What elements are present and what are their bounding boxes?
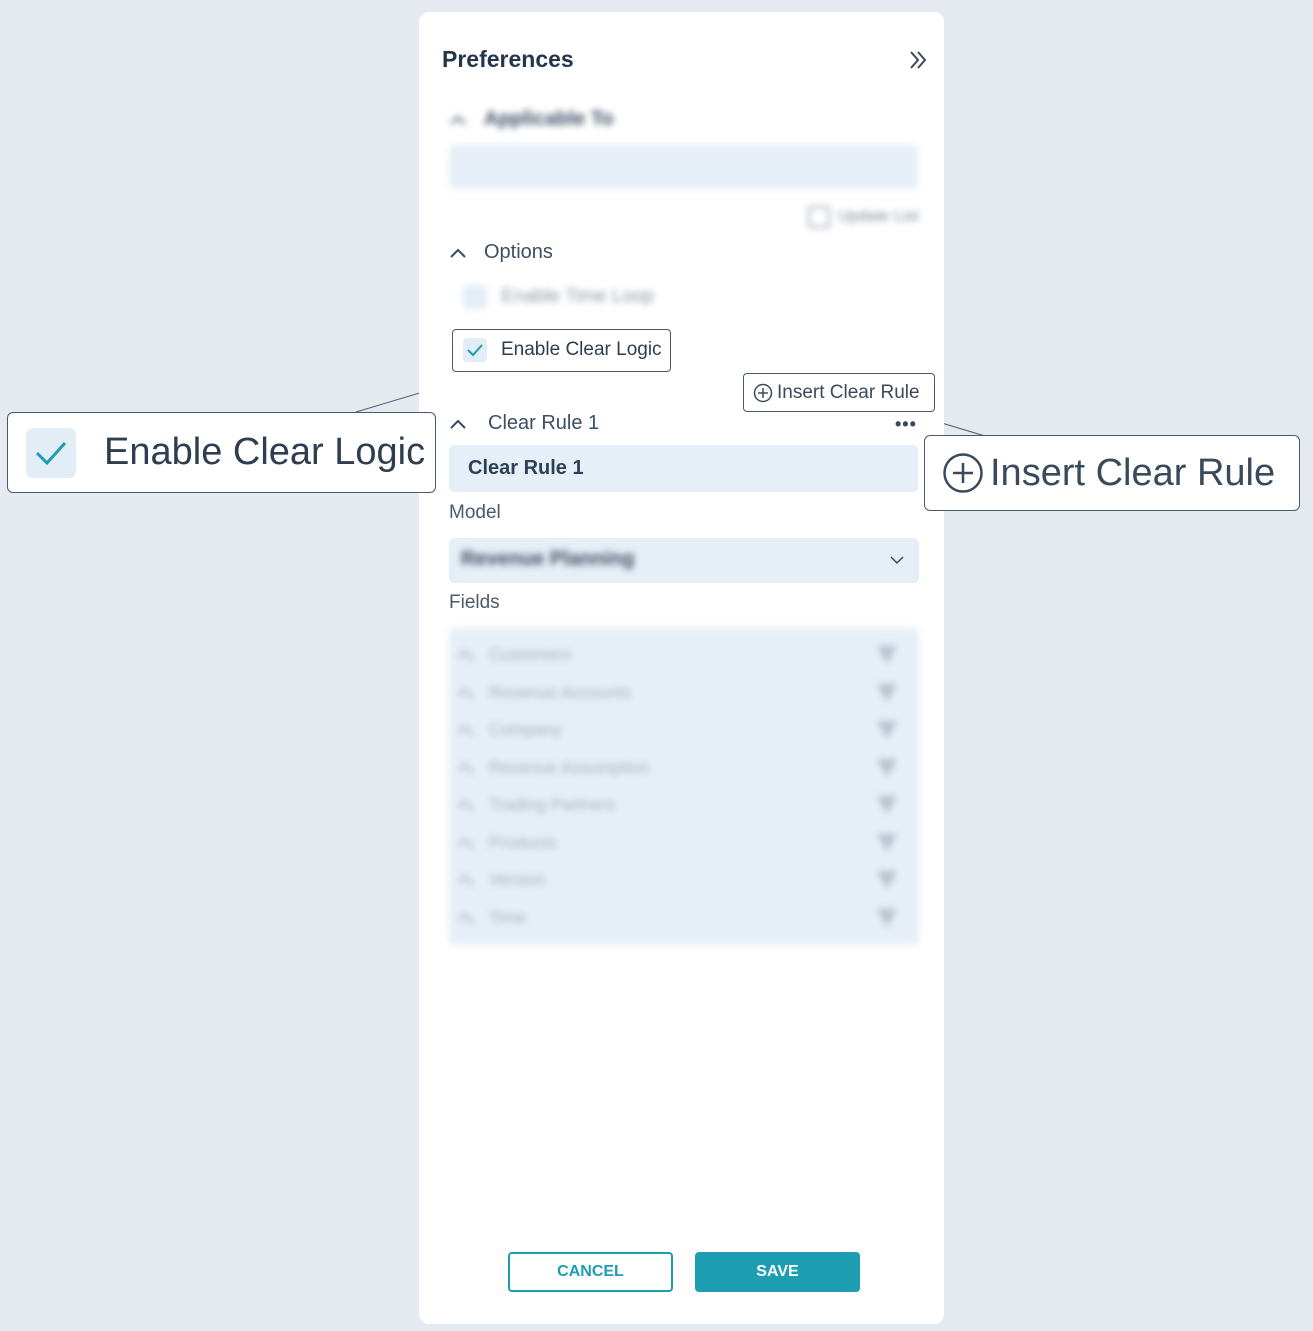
checkmark-icon — [35, 441, 67, 465]
filter-icon[interactable] — [877, 646, 897, 664]
filter-icon[interactable] — [877, 759, 897, 777]
update-list-label: Update List — [838, 208, 919, 225]
chevron-up-icon — [457, 762, 475, 780]
update-list-button[interactable]: Update List — [808, 206, 919, 228]
enable-time-loop-row[interactable]: Enable Time Loop — [463, 285, 654, 309]
checkmark-icon — [467, 344, 483, 357]
field-name: Customers — [489, 645, 572, 664]
clear-rule-header[interactable]: Clear Rule 1 — [449, 412, 599, 435]
chevron-up-icon — [457, 837, 475, 855]
field-row[interactable]: Time — [449, 903, 919, 933]
enable-clear-logic-label: Enable Clear Logic — [501, 339, 662, 360]
field-name: Time — [489, 908, 527, 927]
chevron-up-icon — [457, 874, 475, 892]
save-button[interactable]: SAVE — [695, 1252, 860, 1292]
insert-clear-rule-zoom-label: Insert Clear Rule — [990, 451, 1276, 494]
chevron-up-icon — [457, 912, 475, 930]
insert-clear-rule-zoom-callout: Insert Clear Rule — [924, 435, 1300, 511]
applicable-to-input[interactable] — [449, 145, 918, 189]
preferences-panel: Preferences Applicable To Update List Op… — [419, 12, 944, 1324]
filter-icon[interactable] — [877, 684, 897, 702]
plus-circle-icon — [753, 383, 773, 402]
model-value: Revenue Planning — [461, 548, 635, 570]
chevron-up-icon — [457, 649, 475, 667]
more-options-icon[interactable]: ••• — [895, 414, 917, 435]
field-row[interactable]: Products — [449, 828, 919, 858]
field-name: Company — [489, 720, 562, 739]
fields-label: Fields — [449, 592, 500, 613]
enable-clear-logic-zoom-callout: Enable Clear Logic — [7, 412, 436, 493]
double-chevron-right-icon — [910, 51, 927, 69]
field-row[interactable]: Revenue Assumption — [449, 753, 919, 783]
chevron-up-icon — [457, 724, 475, 742]
chevron-up-icon — [450, 419, 466, 429]
field-row[interactable]: Trading Partners — [449, 790, 919, 820]
insert-clear-rule-button[interactable]: Insert Clear Rule — [743, 373, 935, 412]
field-name: Revenue Accounts — [489, 683, 631, 702]
chevron-down-icon — [890, 556, 904, 565]
filter-icon[interactable] — [877, 909, 897, 927]
chevron-up-icon — [457, 799, 475, 817]
model-label: Model — [449, 502, 501, 523]
enable-time-loop-label: Enable Time Loop — [501, 286, 655, 307]
field-name: Revenue Assumption — [489, 758, 650, 777]
options-label: Options — [484, 241, 553, 263]
applicable-to-header[interactable]: Applicable To — [449, 108, 614, 131]
field-row[interactable]: Customers — [449, 640, 919, 670]
options-header[interactable]: Options — [449, 241, 553, 264]
panel-title: Preferences — [442, 46, 574, 72]
field-name: Products — [489, 833, 557, 852]
enable-time-loop-checkbox[interactable] — [463, 285, 487, 309]
clear-rule-name-input[interactable]: Clear Rule 1 — [449, 445, 918, 492]
filter-icon[interactable] — [877, 871, 897, 889]
enable-clear-logic-zoom-label: Enable Clear Logic — [104, 431, 426, 473]
checkbox-zoom — [26, 427, 76, 478]
edit-icon — [808, 206, 831, 228]
filter-icon[interactable] — [877, 834, 897, 852]
field-row[interactable]: Revenue Accounts — [449, 678, 919, 708]
enable-clear-logic-checkbox[interactable] — [463, 338, 487, 362]
collapse-panel-button[interactable] — [906, 48, 930, 72]
chevron-up-icon — [450, 115, 466, 125]
field-row[interactable]: Version — [449, 865, 919, 895]
field-name: Trading Partners — [489, 795, 615, 814]
filter-icon[interactable] — [877, 721, 897, 739]
cancel-button[interactable]: CANCEL — [508, 1252, 673, 1292]
enable-clear-logic-row[interactable]: Enable Clear Logic — [463, 338, 662, 362]
filter-icon[interactable] — [877, 796, 897, 814]
insert-clear-rule-label: Insert Clear Rule — [777, 381, 920, 403]
clear-rule-header-label: Clear Rule 1 — [488, 412, 600, 434]
fields-list: Customers Revenue Accounts Company Reven… — [449, 628, 919, 945]
chevron-up-icon — [450, 248, 466, 258]
plus-circle-icon — [943, 453, 983, 493]
field-name: Version — [489, 870, 546, 889]
applicable-to-label: Applicable To — [484, 108, 614, 130]
field-row[interactable]: Company — [449, 715, 919, 745]
model-select[interactable]: Revenue Planning — [449, 538, 919, 583]
chevron-up-icon — [457, 687, 475, 705]
